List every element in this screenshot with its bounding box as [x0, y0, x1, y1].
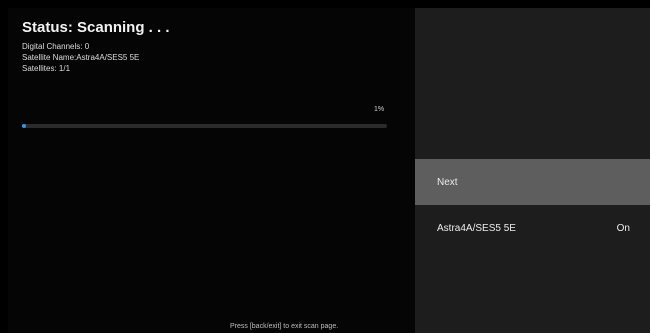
satellite-item-value: On — [616, 222, 630, 234]
digital-channels-count: Digital Channels: 0 — [22, 42, 90, 51]
satellites-count: Satellites: 1/1 — [22, 64, 71, 73]
satellite-toggle-item[interactable]: Astra4A/SES5 5E On — [415, 205, 650, 251]
satellite-item-label: Astra4A/SES5 5E — [437, 222, 516, 234]
status-title: Status: Scanning . . . — [22, 19, 170, 36]
scan-status-panel: Status: Scanning . . . Digital Channels:… — [8, 8, 415, 333]
next-button-label: Next — [437, 176, 458, 188]
progress-percent: 1% — [374, 106, 385, 113]
next-button[interactable]: Next — [415, 159, 650, 205]
scan-progress-fill — [22, 124, 26, 128]
scan-progress-bar — [22, 124, 387, 128]
scan-screen: Status: Scanning . . . Digital Channels:… — [0, 0, 650, 333]
side-menu: Next Astra4A/SES5 5E On — [415, 8, 650, 333]
satellite-name: Satellite Name:Astra4A/SES5 5E — [22, 53, 140, 62]
exit-hint: Press [back/exit] to exit scan page. — [230, 323, 339, 330]
